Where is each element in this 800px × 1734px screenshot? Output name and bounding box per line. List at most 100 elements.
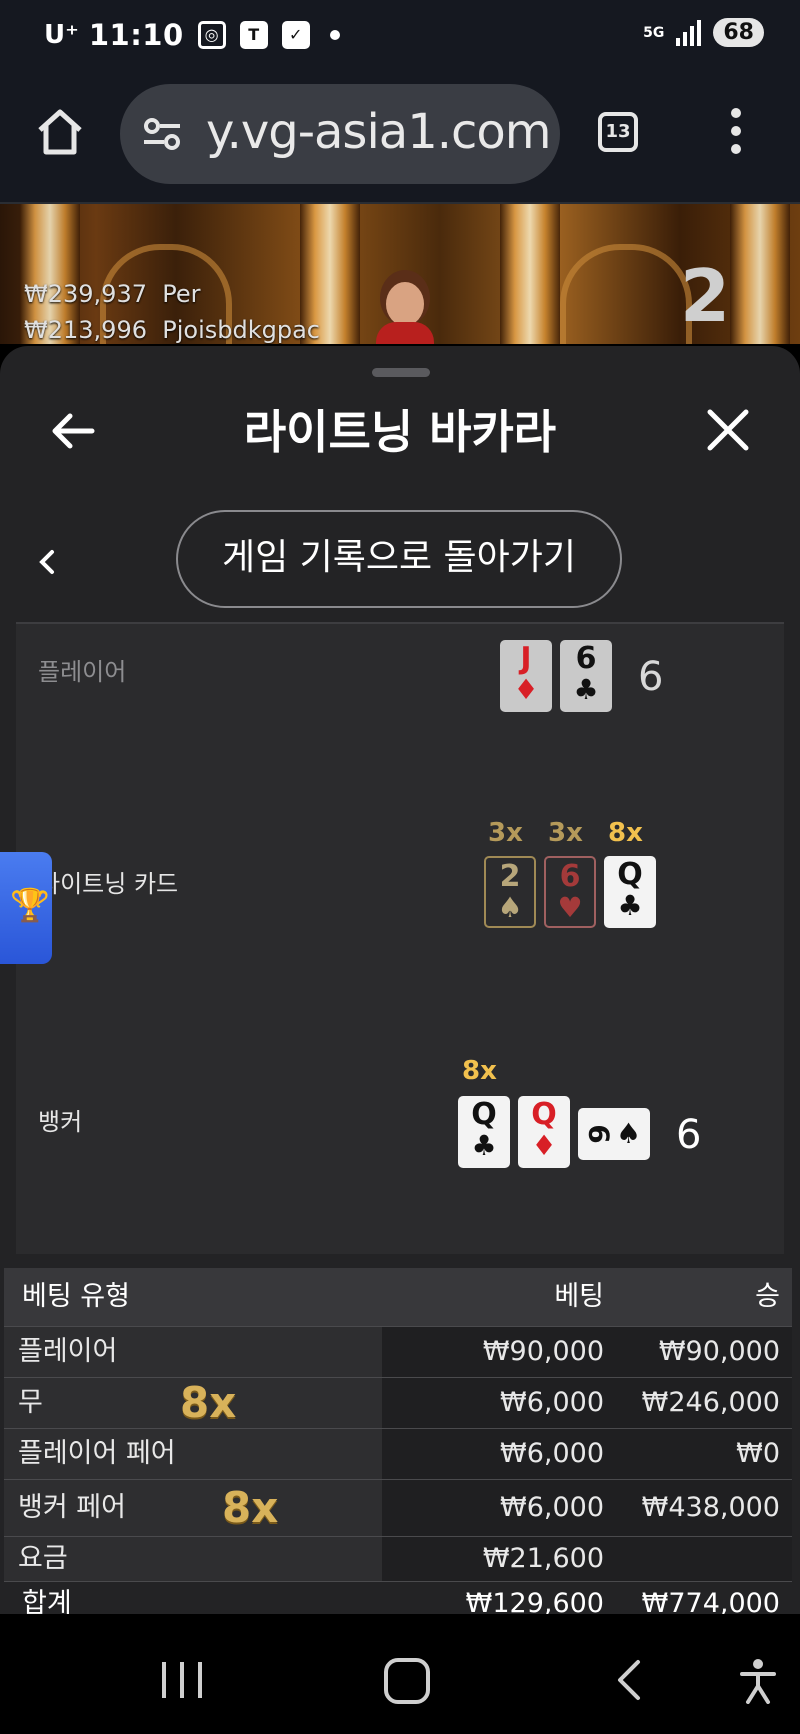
card-rank: Q [531,1097,557,1132]
game-history-panel: 라이트닝 바카라 게임 기록으로 돌아가기 플레이어 J ♦ 6 ♣ 6 라이트… [0,346,800,1614]
battery-level: 68 [713,18,764,47]
row-bet: ₩6,000 [500,1492,604,1523]
hand-results: 플레이어 J ♦ 6 ♣ 6 라이트닝 카드 3x 3x 8x 2 ♠ 6 ♥ … [16,624,784,1254]
back-to-history-button[interactable]: 게임 기록으로 돌아가기 [176,510,622,608]
banker-card-multiplier: 8x [462,1056,497,1086]
winner-bet: ₩213,996 Pjoisbdkgpac [24,316,320,344]
lightning-card: Q ♣ [604,856,656,928]
bet-amount: ₩239,937 [24,280,147,308]
lightning-multiplier: 3x [548,818,583,848]
card-rank: 6 [575,641,597,676]
card-rank: 2 [499,859,521,894]
card-rank: Q [471,1097,497,1132]
table-row: 뱅커 페어 8x ₩6,000 ₩438,000 [4,1479,792,1536]
row-bet: ₩6,000 [500,1387,604,1418]
table-header: 베팅 유형 베팅 승 [4,1268,792,1326]
back-icon[interactable] [614,1658,646,1702]
header-bet: 베팅 [554,1281,604,1312]
trophy-icon: 🏆 [10,886,50,924]
row-bet: ₩21,600 [482,1543,604,1574]
row-type: 플레이어 페어 [18,1438,176,1469]
row-win: ₩246,000 [641,1387,780,1418]
chevron-left-icon[interactable] [36,546,58,578]
row-type: 뱅커 페어 [18,1492,126,1523]
table-row: 무 8x ₩6,000 ₩246,000 [4,1377,792,1428]
row-win: ₩90,000 [658,1336,780,1367]
bet-player: Pjoisbdkgpac [162,316,320,344]
card-rank: J [520,641,532,676]
row-type: 플레이어 [18,1336,118,1367]
browser-toolbar: y.vg-asia1.com 13 [0,72,800,204]
dealer [376,282,434,344]
player-label: 플레이어 [38,658,127,686]
notification-dot-icon [329,30,340,40]
arch-decoration [560,244,692,344]
url-text[interactable]: y.vg-asia1.com [206,104,551,160]
status-bar: U⁺ 11:10 ◎ T ✓ 5G 68 [0,0,800,72]
header-bet-type: 베팅 유형 [22,1281,130,1312]
banker-label: 뱅커 [38,1108,83,1136]
row-win: ₩774,000 [641,1588,780,1614]
panel-title: 라이트닝 바카라 [243,405,557,459]
card-suit: ♥ [557,891,583,924]
bet-amount: ₩213,996 [24,316,147,344]
network-type: 5G [643,24,665,41]
row-bet: ₩90,000 [482,1336,604,1367]
lightning-card: 6 ♥ [544,856,596,928]
address-bar[interactable]: y.vg-asia1.com [120,84,560,184]
table-total-row: 합계 ₩129,600 ₩774,000 [4,1581,792,1614]
banker-card: Q ♣ [458,1096,510,1168]
close-icon[interactable] [706,408,750,452]
row-bet: ₩6,000 [500,1438,604,1469]
accessibility-icon[interactable] [740,1658,776,1704]
card-suit: ♠ [497,891,523,924]
site-settings-icon[interactable] [142,116,182,152]
row-type: 무 [18,1387,43,1418]
lightning-multiplier: 8x [608,818,643,848]
row-win: ₩0 [736,1438,780,1469]
status-right: 5G 68 [643,18,764,47]
row-type: 요금 [18,1543,68,1574]
pillar-decoration [500,204,560,344]
card-rank: 6 [582,1124,616,1144]
bet-summary-table: 베팅 유형 베팅 승 플레이어 ₩90,000 ₩90,000 무 8x ₩6,… [4,1268,792,1614]
table-row: 플레이어 ₩90,000 ₩90,000 [4,1326,792,1377]
card-rank: 6 [559,859,581,894]
row-multiplier: 8x [180,1378,237,1427]
card-suit: ♦ [513,673,539,706]
status-left: U⁺ 11:10 ◎ T ✓ [44,18,340,52]
signal-icon [676,19,702,46]
player-score: 6 [638,654,664,700]
tabs-icon[interactable]: 13 [598,112,638,152]
table-row: 플레이어 페어 ₩6,000 ₩0 [4,1428,792,1479]
bet-player: Per [162,280,201,308]
banker-card: Q ♦ [518,1096,570,1168]
trophy-tab[interactable]: 🏆 [0,852,52,964]
card-suit: ♣ [617,889,643,922]
lightning-label: 라이트닝 카드 [38,870,179,898]
home-icon[interactable] [384,1658,430,1704]
row-type: 합계 [22,1588,72,1614]
t-app-icon: T [239,21,268,49]
banker-score: 6 [676,1112,702,1158]
pillar-decoration [730,204,790,344]
live-video[interactable]: ₩239,937 Per ₩213,996 Pjoisbdkgpac 2 [0,204,800,344]
player-card: J ♦ [500,640,552,712]
header-win: 승 [755,1281,780,1312]
carrier-label: U⁺ [44,20,79,50]
more-icon[interactable] [728,108,744,156]
home-icon[interactable] [34,106,86,158]
banker-card: 6 ♠ [578,1108,650,1160]
vpn-icon: ✓ [281,21,310,49]
row-bet: ₩129,600 [465,1588,604,1614]
card-suit: ♣ [573,673,599,706]
drag-handle[interactable] [372,368,430,377]
winner-bet: ₩239,937 Per [24,280,201,308]
row-multiplier: 8x [222,1483,279,1532]
recents-icon[interactable] [162,1662,202,1698]
card-suit: ♦ [531,1129,557,1162]
round-number: 2 [680,254,731,338]
lightning-multiplier: 3x [488,818,523,848]
clock: 11:10 [88,18,184,52]
card-rank: Q [617,857,643,892]
